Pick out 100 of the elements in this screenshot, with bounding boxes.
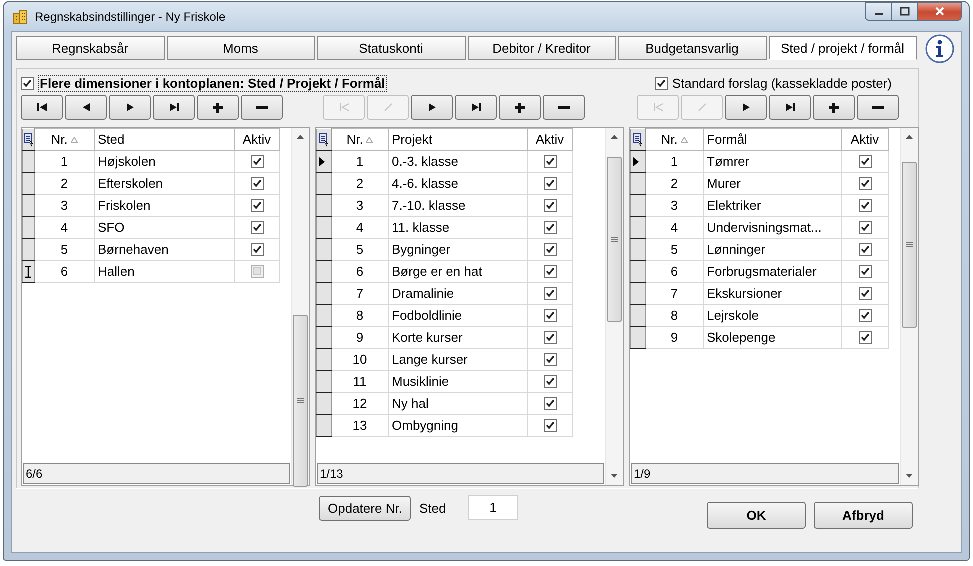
checkbox[interactable] bbox=[655, 76, 668, 90]
checkbox[interactable] bbox=[544, 243, 556, 256]
navigator-button[interactable] bbox=[65, 95, 107, 120]
row-selector[interactable] bbox=[316, 304, 332, 326]
navigator-button[interactable] bbox=[153, 95, 195, 120]
tab[interactable]: Budgetansvarlig bbox=[618, 36, 766, 60]
row-selector[interactable] bbox=[316, 172, 332, 194]
row-selector[interactable] bbox=[316, 414, 332, 436]
row-selector[interactable] bbox=[316, 392, 332, 414]
checkbox[interactable] bbox=[858, 155, 872, 168]
checkbox[interactable] bbox=[21, 76, 34, 90]
row-selector[interactable] bbox=[630, 260, 646, 282]
navigator-button[interactable] bbox=[769, 95, 811, 120]
row-selector[interactable] bbox=[630, 326, 646, 348]
checkbox[interactable] bbox=[250, 221, 264, 234]
minimize-button[interactable] bbox=[865, 2, 892, 21]
checkbox[interactable] bbox=[544, 419, 556, 432]
row-selector[interactable] bbox=[630, 216, 646, 238]
navigator-button[interactable] bbox=[455, 95, 497, 120]
row-selector[interactable] bbox=[316, 194, 332, 216]
navigator-button[interactable] bbox=[109, 95, 151, 120]
navigator-button[interactable] bbox=[543, 95, 585, 120]
update-number-button[interactable]: Opdatere Nr. bbox=[319, 496, 412, 520]
checkbox[interactable] bbox=[858, 221, 872, 234]
scrollbar[interactable] bbox=[291, 128, 309, 485]
row-selector[interactable] bbox=[22, 172, 34, 194]
navigator-button[interactable] bbox=[411, 95, 453, 120]
navigator-button[interactable] bbox=[499, 95, 541, 120]
row-selector[interactable] bbox=[22, 260, 34, 282]
row-selector[interactable] bbox=[22, 150, 34, 172]
number-cell: 5 bbox=[332, 238, 388, 260]
checkbox[interactable] bbox=[544, 353, 556, 366]
column-header[interactable]: Nr. bbox=[661, 132, 678, 147]
checkbox[interactable] bbox=[544, 199, 556, 212]
row-selector[interactable] bbox=[316, 216, 332, 238]
row-selector[interactable] bbox=[630, 238, 646, 260]
checkbox[interactable] bbox=[250, 265, 264, 278]
checkbox[interactable] bbox=[250, 199, 264, 212]
row-selector[interactable] bbox=[316, 282, 332, 304]
checkbox[interactable] bbox=[544, 265, 556, 278]
row-selector[interactable] bbox=[316, 238, 332, 260]
grid-menu-icon[interactable] bbox=[24, 132, 34, 146]
checkbox[interactable] bbox=[858, 243, 872, 256]
checkbox[interactable] bbox=[544, 309, 556, 322]
tab[interactable]: Moms bbox=[166, 36, 315, 60]
checkbox[interactable] bbox=[858, 287, 872, 300]
scrollbar[interactable] bbox=[900, 128, 918, 485]
checkbox[interactable] bbox=[858, 331, 872, 344]
tab[interactable]: Statuskonti bbox=[317, 36, 466, 60]
checkbox[interactable] bbox=[544, 375, 556, 388]
checkbox[interactable] bbox=[544, 177, 556, 190]
checkbox[interactable] bbox=[544, 221, 556, 234]
checkbox[interactable] bbox=[250, 155, 264, 168]
tab[interactable]: Sted / projekt / formål bbox=[768, 36, 917, 60]
row-selector[interactable] bbox=[316, 348, 332, 370]
row-selector[interactable] bbox=[316, 150, 332, 172]
row-selector[interactable] bbox=[316, 326, 332, 348]
navigator-button[interactable] bbox=[21, 95, 63, 120]
close-button[interactable] bbox=[918, 2, 962, 21]
maximize-button[interactable] bbox=[892, 2, 918, 21]
column-header[interactable]: Sted bbox=[98, 132, 125, 147]
checkbox[interactable] bbox=[544, 287, 556, 300]
row-selector[interactable] bbox=[630, 172, 646, 194]
checkbox[interactable] bbox=[858, 177, 872, 190]
name-cell: Børge er en hat bbox=[388, 260, 528, 282]
checkbox[interactable] bbox=[544, 155, 556, 168]
ok-button[interactable]: OK bbox=[707, 502, 806, 528]
input-field[interactable]: 1 bbox=[468, 494, 518, 520]
row-selector[interactable] bbox=[316, 260, 332, 282]
navigator-button[interactable] bbox=[813, 95, 855, 120]
row-selector[interactable] bbox=[22, 194, 34, 216]
row-selector[interactable] bbox=[630, 282, 646, 304]
grid-menu-icon[interactable] bbox=[319, 132, 329, 146]
name-cell: Friskolen bbox=[94, 194, 234, 216]
checkbox[interactable] bbox=[250, 177, 264, 190]
row-selector[interactable] bbox=[630, 194, 646, 216]
row-selector[interactable] bbox=[22, 216, 34, 238]
navigator-button[interactable] bbox=[197, 95, 239, 120]
checkbox[interactable] bbox=[544, 331, 556, 344]
navigator-button[interactable] bbox=[725, 95, 767, 120]
row-selector[interactable] bbox=[630, 304, 646, 326]
grip-icon bbox=[297, 398, 304, 404]
checkbox[interactable] bbox=[250, 243, 264, 256]
grid-menu-icon[interactable] bbox=[633, 132, 643, 146]
row-selector[interactable] bbox=[316, 370, 332, 392]
checkbox[interactable] bbox=[858, 199, 872, 212]
navigator-button[interactable] bbox=[857, 95, 899, 120]
navigator-button[interactable] bbox=[241, 95, 283, 120]
tab[interactable]: Debitor / Kreditor bbox=[468, 36, 616, 60]
info-icon[interactable] bbox=[925, 34, 955, 64]
row-selector[interactable] bbox=[22, 238, 34, 260]
column-header[interactable]: Nr. bbox=[51, 132, 68, 147]
checkbox[interactable] bbox=[858, 265, 872, 278]
tab[interactable]: Regnskabsår bbox=[16, 36, 164, 60]
row-selector[interactable] bbox=[630, 150, 646, 172]
cancel-button[interactable]: Afbryd bbox=[814, 502, 913, 528]
scrollbar[interactable] bbox=[605, 128, 623, 485]
column-header[interactable]: Projekt bbox=[392, 132, 432, 147]
checkbox[interactable] bbox=[858, 309, 872, 322]
checkbox[interactable] bbox=[544, 397, 556, 410]
